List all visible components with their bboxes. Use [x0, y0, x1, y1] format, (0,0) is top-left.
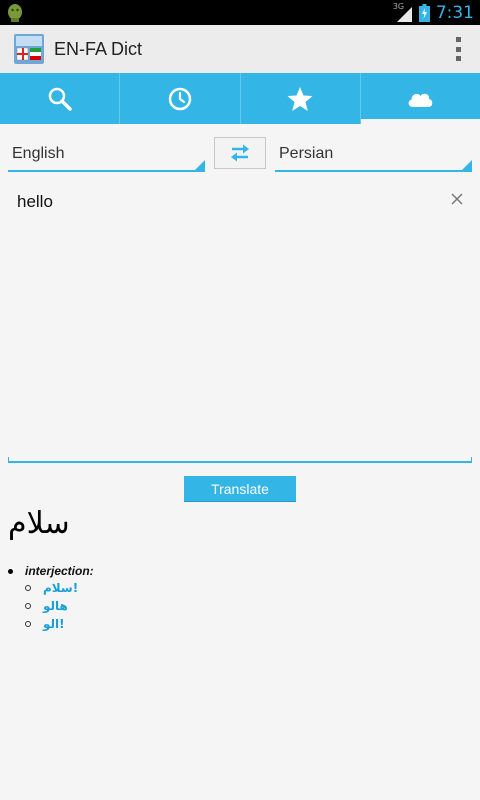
result-word: سلام [8, 506, 70, 541]
source-language-label: English [12, 145, 65, 162]
network-type-label: 3G [392, 1, 405, 11]
status-time: 7:31 [435, 2, 474, 23]
result-definitions: interjection: سلام! هالو الو! [8, 563, 308, 633]
search-icon [48, 87, 72, 111]
status-bar: 3G 7:31 [0, 0, 480, 25]
part-of-speech-label: interjection: [25, 564, 94, 578]
meaning-link[interactable]: سلام! [43, 581, 78, 595]
android-notification-icon [8, 4, 22, 22]
tab-search[interactable] [0, 73, 119, 124]
tab-bar [0, 73, 480, 124]
action-bar: EN-FA Dict [0, 25, 480, 73]
spinner-corner-icon [462, 160, 472, 170]
overflow-menu-icon[interactable] [454, 37, 462, 61]
translate-button[interactable]: Translate [184, 476, 296, 502]
target-language-label: Persian [279, 145, 334, 162]
signal-icon: 3G [392, 1, 413, 23]
tab-online[interactable] [359, 73, 480, 124]
tab-favorites[interactable] [239, 73, 360, 124]
bullet-icon [8, 568, 13, 574]
swap-languages-button[interactable] [214, 137, 266, 169]
app-title: EN-FA Dict [54, 38, 143, 59]
target-language-spinner[interactable]: Persian [275, 138, 472, 172]
part-of-speech-item: interjection: [8, 563, 308, 579]
clear-x-icon[interactable] [450, 192, 464, 206]
circle-bullet-icon [25, 621, 31, 627]
tab-history[interactable] [119, 73, 239, 124]
meaning-link[interactable]: هالو [43, 599, 68, 613]
meaning-item: هالو [25, 597, 308, 615]
word-input-value: hello [17, 192, 53, 211]
cloud-icon [409, 93, 433, 107]
swap-arrows-icon [231, 144, 249, 162]
meaning-link[interactable]: الو! [43, 617, 65, 631]
circle-bullet-icon [25, 585, 31, 591]
input-underline [8, 457, 472, 463]
meaning-item: الو! [25, 615, 308, 633]
app-flags-icon[interactable] [14, 34, 44, 64]
source-language-spinner[interactable]: English [8, 138, 205, 172]
history-clock-icon [168, 87, 192, 110]
meaning-item: سلام! [25, 579, 308, 597]
word-input[interactable]: hello [8, 180, 472, 463]
circle-bullet-icon [25, 603, 31, 609]
favorites-star-icon [287, 86, 313, 111]
battery-charging-icon [418, 3, 430, 22]
spinner-corner-icon [195, 160, 205, 170]
